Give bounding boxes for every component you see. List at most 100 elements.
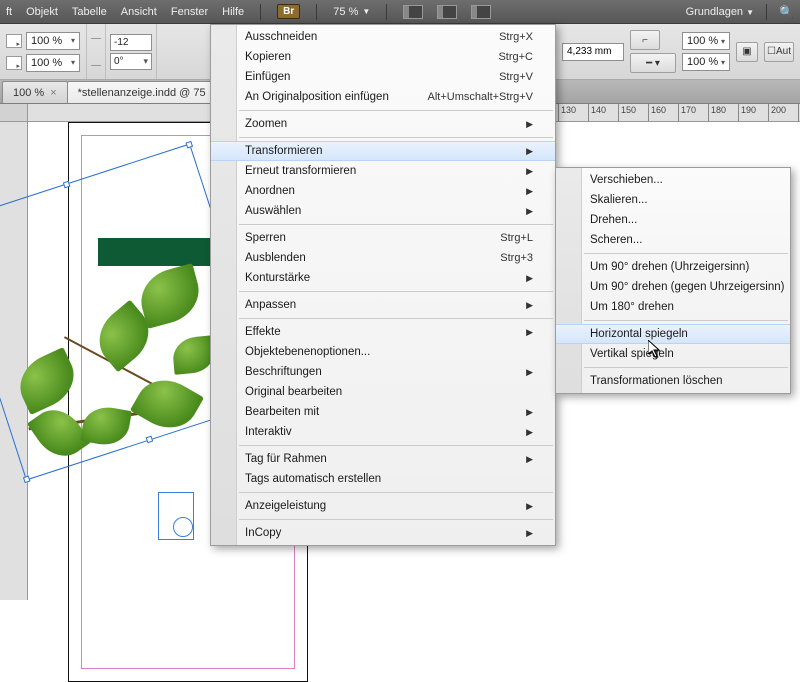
submenu-item-rotate-90-ccw[interactable]: Um 90° drehen (gegen Uhrzeigersinn) — [556, 277, 790, 297]
ruler-tick: 170 — [678, 104, 679, 122]
menu-hilfe[interactable]: Hilfe — [222, 6, 244, 18]
menu-item-zoom[interactable]: Zoomen▶ — [211, 114, 555, 134]
document-tab-label: *stellenanzeige.indd @ 75 — [78, 87, 206, 99]
ruler-tick: 180 — [708, 104, 709, 122]
submenu-item-scale[interactable]: Skalieren... — [556, 190, 790, 210]
selection-handle[interactable] — [63, 181, 71, 189]
stroke-weight-field[interactable]: 4,233 mm — [562, 43, 624, 61]
menu-label: Konturstärke — [245, 272, 310, 284]
menu-shortcut: Strg+C — [498, 51, 533, 63]
chevron-down-icon: ▾ — [71, 58, 75, 67]
menu-item-hide[interactable]: AusblendenStrg+3 — [211, 248, 555, 268]
scale-x-icon — [6, 34, 22, 48]
menu-item-interactive[interactable]: Interaktiv ▶ — [211, 422, 555, 442]
submenu-item-flip-horizontal[interactable]: Horizontal spiegeln — [556, 324, 790, 344]
corner-options-icon[interactable]: ⌐ — [630, 30, 660, 50]
menu-item-paste-in-place[interactable]: An Originalposition einfügenAlt+Umschalt… — [211, 87, 555, 107]
menu-ansicht[interactable]: Ansicht — [121, 6, 157, 18]
constrain-link-icon[interactable] — [91, 38, 101, 66]
view-options-icon[interactable] — [471, 5, 491, 19]
menu-item-edit-with[interactable]: Bearbeiten mit▶ — [211, 402, 555, 422]
menu-item-stroke-weight[interactable]: Konturstärke ▶ — [211, 268, 555, 288]
stroke-style-dropdown[interactable]: ━ ▾ — [630, 53, 676, 73]
scale-x-field[interactable]: 100 %▾ — [26, 32, 80, 50]
menu-label: Interaktiv — [245, 426, 292, 438]
scale-x-value: 100 % — [31, 35, 62, 47]
submenu-item-clear-transformations[interactable]: Transformationen löschen — [556, 371, 790, 391]
scale-y-field[interactable]: 100 %▾ — [26, 54, 80, 72]
scale-right-field-1[interactable]: 100 %▾ — [682, 32, 730, 50]
menu-label: Um 90° drehen (gegen Uhrzeigersinn) — [590, 281, 784, 293]
submenu-arrow-icon: ▶ — [526, 146, 533, 157]
bridge-badge[interactable]: Br — [277, 4, 300, 19]
menu-item-transform-again[interactable]: Erneut transformieren▶ — [211, 161, 555, 181]
menu-tabelle[interactable]: Tabelle — [72, 6, 107, 18]
menu-item-arrange[interactable]: Anordnen▶ — [211, 181, 555, 201]
submenu-item-rotate-90-cw[interactable]: Um 90° drehen (Uhrzeigersinn) — [556, 257, 790, 277]
submenu-item-rotate[interactable]: Drehen... — [556, 210, 790, 230]
ruler-tick-label: 150 — [621, 105, 636, 115]
menu-label: Vertikal spiegeln — [590, 348, 674, 360]
menu-item-object-layer-options[interactable]: Objektebenenoptionen... — [211, 342, 555, 362]
menu-item-display-performance[interactable]: Anzeigeleistung▶ — [211, 496, 555, 516]
menu-label: InCopy — [245, 527, 281, 539]
ruler-origin[interactable] — [0, 104, 28, 122]
ruler-tick: 160 — [648, 104, 649, 122]
menu-item-fitting[interactable]: Anpassen▶ — [211, 295, 555, 315]
menu-item-paste[interactable]: EinfügenStrg+V — [211, 67, 555, 87]
close-tab-icon[interactable]: × — [50, 87, 56, 99]
menu-item-autotag[interactable]: Tags automatisch erstellen — [211, 469, 555, 489]
scale-right-field-2[interactable]: 100 %▾ — [682, 53, 730, 71]
auto-fit-toggle[interactable]: ☐ Aut — [764, 42, 794, 62]
menu-item-copy[interactable]: KopierenStrg+C — [211, 47, 555, 67]
menu-item-lock[interactable]: SperrenStrg+L — [211, 228, 555, 248]
skew-field[interactable]: -12 — [110, 34, 152, 51]
screen-mode-icon[interactable] — [403, 5, 423, 19]
chevron-down-icon: ▾ — [721, 37, 725, 46]
arrange-docs-icon[interactable] — [437, 5, 457, 19]
workspace-switcher[interactable]: Grundlagen ▼ — [686, 6, 754, 18]
submenu-arrow-icon: ▶ — [526, 273, 533, 284]
rotation-field[interactable]: 0°▾ — [110, 53, 152, 70]
menu-item-cut[interactable]: AusschneidenStrg+X — [211, 27, 555, 47]
menu-separator — [584, 367, 788, 368]
search-icon[interactable]: 🔍 — [779, 5, 794, 19]
submenu-item-shear[interactable]: Scheren... — [556, 230, 790, 250]
menu-separator — [239, 318, 553, 319]
menu-label: Um 90° drehen (Uhrzeigersinn) — [590, 261, 749, 273]
menubar-separator — [766, 4, 767, 20]
menu-item-tag-frame[interactable]: Tag für Rahmen▶ — [211, 449, 555, 469]
menu-item-edit-original[interactable]: Original bearbeiten — [211, 382, 555, 402]
menu-item-incopy[interactable]: InCopy▶ — [211, 523, 555, 543]
submenu-item-move[interactable]: Verschieben... — [556, 170, 790, 190]
ruler-tick: 130 — [558, 104, 559, 122]
menu-objekt[interactable]: Objekt — [26, 6, 58, 18]
menu-label: Um 180° drehen — [590, 301, 674, 313]
menu-label: Tags automatisch erstellen — [245, 473, 381, 485]
submenu-arrow-icon: ▶ — [526, 427, 533, 438]
menu-item-captions[interactable]: Beschriftungen▶ — [211, 362, 555, 382]
rotation-value: 0° — [114, 56, 124, 67]
menu-fenster[interactable]: Fenster — [171, 6, 208, 18]
text-frame[interactable] — [173, 517, 193, 537]
document-tab-active[interactable]: *stellenanzeige.indd @ 75 — [67, 81, 217, 103]
transform-submenu: Verschieben... Skalieren... Drehen... Sc… — [555, 167, 791, 394]
selection-handle[interactable] — [23, 476, 31, 484]
menu-label: Skalieren... — [590, 194, 648, 206]
submenu-item-flip-vertical[interactable]: Vertikal spiegeln — [556, 344, 790, 364]
menu-item-effects[interactable]: Effekte▶ — [211, 322, 555, 342]
submenu-arrow-icon: ▶ — [526, 206, 533, 217]
zoom-level-dropdown[interactable]: 75 %▼ — [333, 6, 370, 18]
application-menubar: ft Objekt Tabelle Ansicht Fenster Hilfe … — [0, 0, 800, 24]
menu-ft[interactable]: ft — [6, 6, 12, 18]
fit-content-icon[interactable]: ▣ — [736, 42, 758, 62]
menu-label: Bearbeiten mit — [245, 406, 319, 418]
document-tab-label: 100 % — [13, 87, 44, 99]
menu-label: Auswählen — [245, 205, 301, 217]
menu-item-select[interactable]: Auswählen ▶ — [211, 201, 555, 221]
document-tab[interactable]: 100 % × — [2, 81, 68, 103]
submenu-item-rotate-180[interactable]: Um 180° drehen — [556, 297, 790, 317]
menu-item-transform[interactable]: Transformieren▶ — [211, 141, 555, 161]
menu-label: Einfügen — [245, 71, 290, 83]
submenu-arrow-icon: ▶ — [526, 501, 533, 512]
